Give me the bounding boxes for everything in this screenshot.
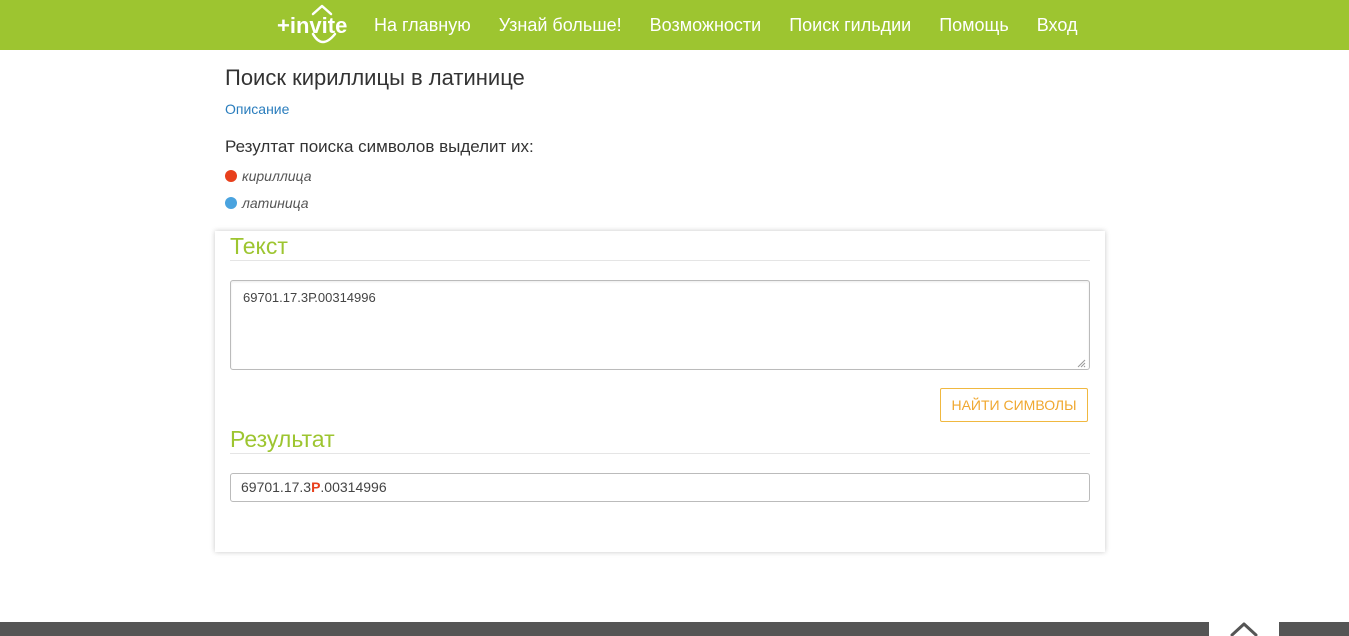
result-text-after: .00314996: [320, 479, 387, 495]
page-title: Поиск кириллицы в латинице: [225, 65, 525, 90]
top-navbar: +invite На главную Узнай больше! Возможн…: [0, 0, 1349, 50]
blue-dot-icon: [225, 197, 237, 209]
logo-text: +invite: [277, 13, 348, 38]
legend-title: Резултат поиска символов выделит их:: [225, 137, 534, 156]
nav-learn-more[interactable]: Узнай больше!: [485, 0, 636, 50]
find-symbols-button[interactable]: Найти символы: [940, 388, 1088, 422]
nav-features[interactable]: Возможности: [636, 0, 776, 50]
nav-login[interactable]: Вход: [1023, 0, 1092, 50]
result-text-before: 69701.17.3: [241, 479, 312, 495]
nav-help[interactable]: Помощь: [925, 0, 1023, 50]
legend-item-latin: латиница: [225, 194, 309, 212]
legend-item-cyrillic: кириллица: [225, 167, 312, 185]
result-section-title: Результат: [230, 425, 1090, 454]
nav-home[interactable]: На главную: [360, 0, 485, 50]
scroll-to-top-button[interactable]: [1209, 618, 1279, 636]
legend-label-cyrillic: кириллица: [242, 168, 312, 184]
result-output: 69701.17.3Р.00314996: [230, 473, 1090, 502]
search-panel: Текст 69701.17.3Р.00314996 Найти символы…: [215, 231, 1105, 552]
main-nav: На главную Узнай больше! Возможности Пои…: [360, 0, 1091, 50]
site-logo[interactable]: +invite: [275, 4, 347, 46]
chevron-up-icon: [1230, 622, 1258, 636]
resize-handle-icon[interactable]: [1077, 359, 1086, 368]
red-dot-icon: [225, 170, 237, 182]
text-input[interactable]: 69701.17.3Р.00314996: [230, 280, 1090, 370]
description-link[interactable]: Описание: [225, 100, 289, 118]
footer: [0, 622, 1349, 636]
legend-label-latin: латиница: [242, 195, 309, 211]
nav-guild-search[interactable]: Поиск гильдии: [775, 0, 925, 50]
text-section-title: Текст: [230, 232, 1090, 261]
